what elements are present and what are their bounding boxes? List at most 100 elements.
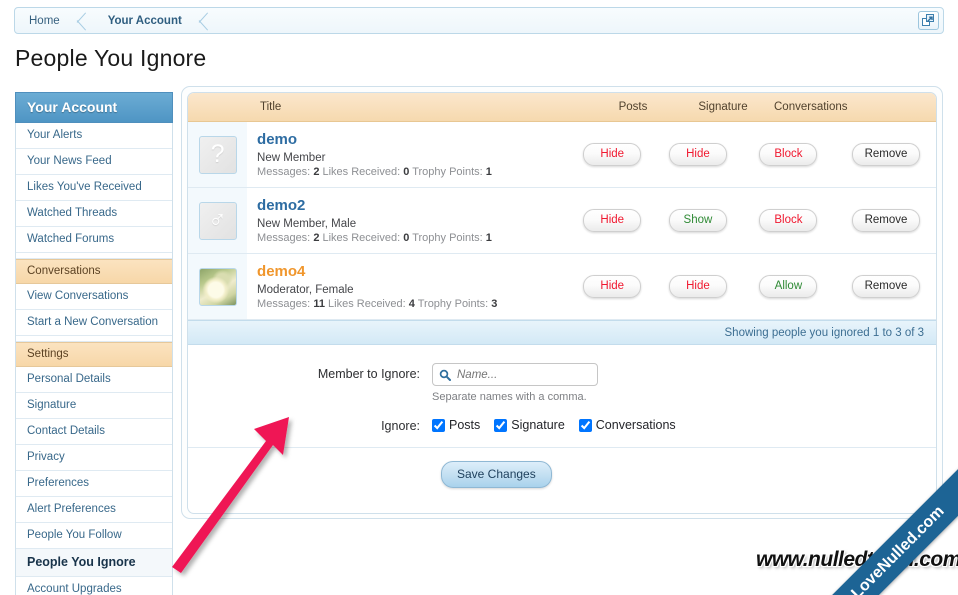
sidebar-item-view-conversations[interactable]: View Conversations xyxy=(16,284,172,310)
user-stats: Messages: 11 Likes Received: 4 Trophy Po… xyxy=(257,298,569,310)
username-link[interactable]: demo2 xyxy=(257,197,569,215)
messages-value: 2 xyxy=(313,166,320,178)
sidebar: Your Account Your Alerts Your News Feed … xyxy=(15,92,173,595)
checkbox-conversations-label: Conversations xyxy=(595,418,676,432)
breadcrumb: Home Your Account xyxy=(14,7,944,34)
trophy-value: 1 xyxy=(485,232,492,244)
sidebar-item-alert-preferences[interactable]: Alert Preferences xyxy=(16,497,172,523)
avatar-cell: ? xyxy=(188,122,248,187)
trophy-label: Trophy Points: xyxy=(417,298,489,310)
sidebar-item-contact-details[interactable]: Contact Details xyxy=(16,419,172,445)
result-count-bar: Showing people you ignored 1 to 3 of 3 xyxy=(188,320,936,345)
posts-toggle-button[interactable]: Hide xyxy=(583,275,642,298)
likes-value: 4 xyxy=(408,298,415,310)
avatar-glyph: ♂ xyxy=(208,206,227,234)
sidebar-item-watched-forums[interactable]: Watched Forums xyxy=(16,227,172,253)
signature-toggle-button[interactable]: Hide xyxy=(668,275,727,298)
trophy-value: 1 xyxy=(485,166,492,178)
result-count-text: Showing people you ignored 1 to 3 of 3 xyxy=(724,326,924,339)
column-header-posts: Posts xyxy=(618,101,648,113)
posts-cell: Hide xyxy=(569,209,655,232)
sidebar-item-watched-threads[interactable]: Watched Threads xyxy=(16,201,172,227)
sidebar-item-likes-received[interactable]: Likes You've Received xyxy=(16,175,172,201)
checkbox-conversations[interactable]: Conversations xyxy=(578,418,676,432)
conversations-cell: Block xyxy=(741,143,836,166)
save-changes-button[interactable]: Save Changes xyxy=(441,461,552,488)
likes-value: 0 xyxy=(403,232,410,244)
user-info: demo4 Moderator, Female Messages: 11 Lik… xyxy=(247,263,569,310)
page-root: Home Your Account People You Ignore Your… xyxy=(0,0,958,595)
sidebar-item-your-news-feed[interactable]: Your News Feed xyxy=(16,149,172,175)
sidebar-item-start-new-conversation[interactable]: Start a New Conversation xyxy=(16,310,172,336)
sidebar-item-your-alerts[interactable]: Your Alerts xyxy=(16,123,172,149)
user-title: Moderator, Female xyxy=(257,284,354,296)
user-stats: Messages: 2 Likes Received: 0 Trophy Poi… xyxy=(257,232,569,244)
gender-male-icon[interactable]: ♂ xyxy=(198,201,237,240)
table-row: ? demo New Member Messages: 2 Likes Rece… xyxy=(188,122,936,188)
open-in-new-window-icon[interactable] xyxy=(918,11,939,30)
remove-button[interactable]: Remove xyxy=(851,209,921,232)
breadcrumb-home[interactable]: Home xyxy=(15,8,76,33)
conversations-toggle-button[interactable]: Allow xyxy=(759,275,818,298)
posts-toggle-button[interactable]: Hide xyxy=(583,143,642,166)
posts-toggle-button[interactable]: Hide xyxy=(583,209,642,232)
breadcrumb-your-account[interactable]: Your Account xyxy=(94,8,198,33)
messages-value: 2 xyxy=(313,232,320,244)
conversations-cell: Block xyxy=(741,209,836,232)
save-button-row: Save Changes xyxy=(188,448,936,488)
table-header: Title Posts Signature Conversations xyxy=(188,93,936,122)
conversations-toggle-button[interactable]: Block xyxy=(759,209,818,232)
remove-button[interactable]: Remove xyxy=(851,275,921,298)
conversations-toggle-button[interactable]: Block xyxy=(759,143,818,166)
user-title: New Member, Male xyxy=(257,218,357,230)
messages-label: Messages: xyxy=(257,232,311,244)
remove-cell: Remove xyxy=(836,275,936,298)
username-link[interactable]: demo4 xyxy=(257,263,569,281)
sidebar-item-account-upgrades[interactable]: Account Upgrades xyxy=(16,577,172,595)
signature-cell: Show xyxy=(655,209,741,232)
sidebar-item-signature[interactable]: Signature xyxy=(16,393,172,419)
user-info: demo New Member Messages: 2 Likes Receiv… xyxy=(247,131,569,178)
main-panel: Title Posts Signature Conversations ? de… xyxy=(181,86,943,519)
remove-cell: Remove xyxy=(836,209,936,232)
table-row: ♂ demo2 New Member, Male Messages: 2 Lik… xyxy=(188,188,936,254)
sidebar-group-settings: Settings xyxy=(16,342,172,367)
conversations-cell: Allow xyxy=(741,275,836,298)
sidebar-item-personal-details[interactable]: Personal Details xyxy=(16,367,172,393)
breadcrumb-separator-icon xyxy=(198,8,216,33)
ignore-list-panel: Title Posts Signature Conversations ? de… xyxy=(187,92,937,514)
checkbox-signature[interactable]: Signature xyxy=(494,418,565,432)
column-header-title: Title xyxy=(260,101,282,113)
checkbox-posts[interactable]: Posts xyxy=(432,418,480,432)
page-title: People You Ignore xyxy=(15,45,207,71)
ignore-checkbox-group: Posts Signature Conversations xyxy=(432,415,676,432)
user-photo-avatar[interactable] xyxy=(198,267,237,306)
checkbox-signature-input[interactable] xyxy=(494,418,508,432)
remove-button[interactable]: Remove xyxy=(851,143,921,166)
username-link[interactable]: demo xyxy=(257,131,569,149)
member-search-input[interactable] xyxy=(455,367,575,382)
ignore-form: Member to Ignore: Separate names w xyxy=(188,345,936,488)
member-to-ignore-field-group: Separate names with a comma. xyxy=(432,363,598,403)
signature-cell: Hide xyxy=(655,143,741,166)
sidebar-header: Your Account xyxy=(15,92,173,123)
sidebar-item-people-you-follow[interactable]: People You Follow xyxy=(16,523,172,549)
avatar-glyph: ? xyxy=(210,140,225,168)
ignore-options-label: Ignore: xyxy=(381,419,420,433)
checkbox-conversations-input[interactable] xyxy=(578,418,592,432)
member-search-box[interactable] xyxy=(432,363,598,386)
sidebar-item-privacy[interactable]: Privacy xyxy=(16,445,172,471)
column-header-signature: Signature xyxy=(698,101,748,113)
table-row: demo4 Moderator, Female Messages: 11 Lik… xyxy=(188,254,936,320)
signature-toggle-button[interactable]: Show xyxy=(668,209,727,232)
sidebar-item-preferences[interactable]: Preferences xyxy=(16,471,172,497)
signature-toggle-button[interactable]: Hide xyxy=(668,143,727,166)
avatar-cell: ♂ xyxy=(188,188,248,253)
messages-value: 11 xyxy=(313,298,325,310)
placeholder-question-icon[interactable]: ? xyxy=(198,135,237,174)
member-to-ignore-label: Member to Ignore: xyxy=(317,367,420,381)
checkbox-posts-input[interactable] xyxy=(432,418,445,432)
messages-label: Messages: xyxy=(257,298,311,310)
breadcrumb-list: Home Your Account xyxy=(15,8,943,33)
sidebar-item-people-you-ignore[interactable]: People You Ignore xyxy=(16,549,172,577)
